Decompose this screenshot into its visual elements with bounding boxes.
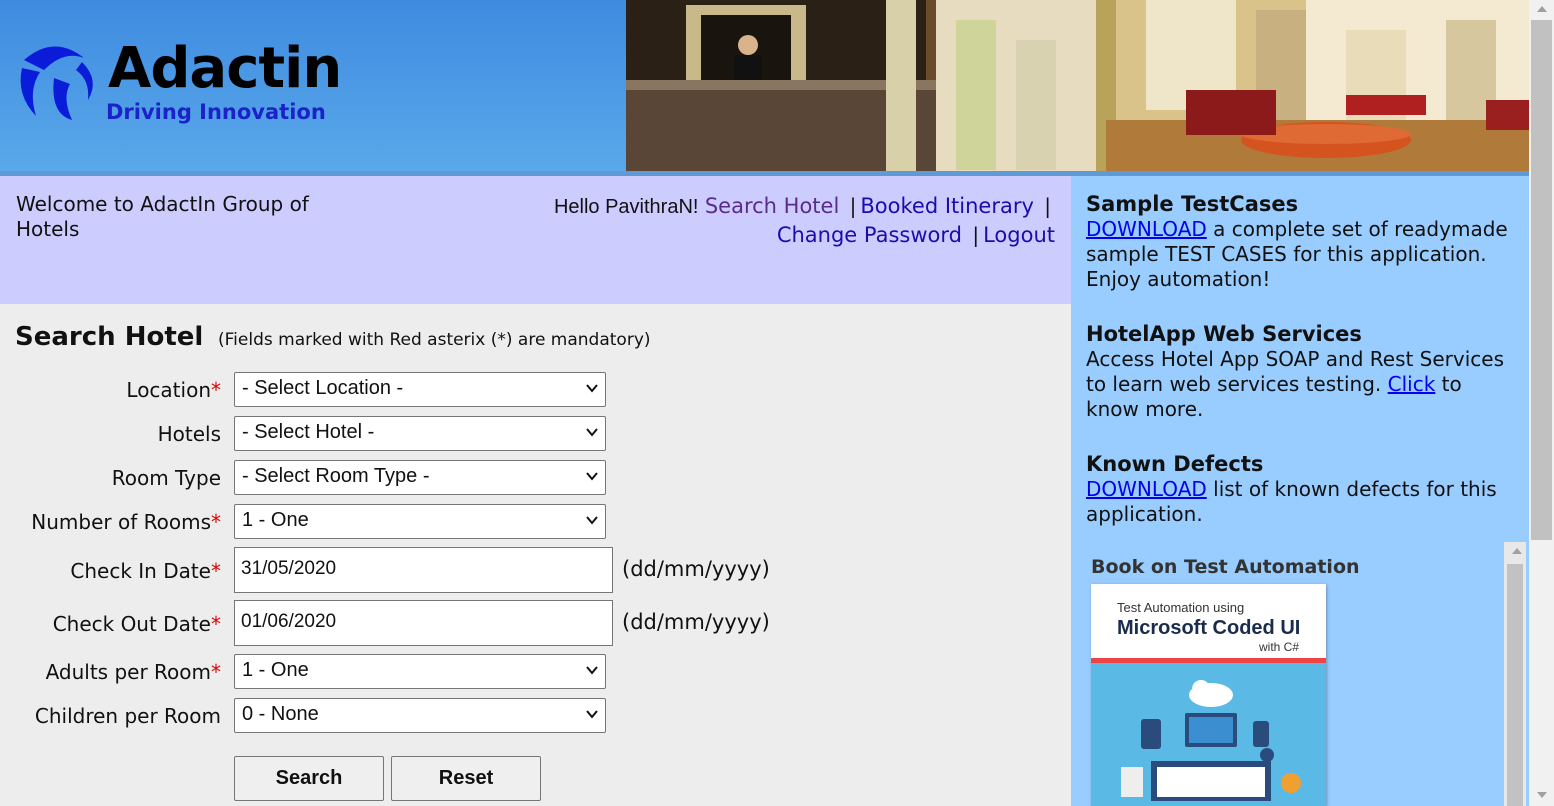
room-type-label: Room Type (112, 466, 221, 490)
web-services-click-link[interactable]: Click (1388, 372, 1436, 396)
children-label-text: Children per Room (34, 704, 221, 728)
location-label: Location* (126, 378, 221, 402)
chevron-down-icon (586, 428, 598, 437)
scroll-up-arrow-icon[interactable] (1512, 548, 1522, 554)
book-cover-illustration (1091, 663, 1326, 806)
known-defects-block: Known Defects DOWNLOAD list of known def… (1086, 452, 1516, 527)
sample-testcases-block: Sample TestCases DOWNLOAD a complete set… (1086, 192, 1516, 292)
welcome-text: Welcome to AdactIn Group of Hotels (16, 192, 309, 241)
web-services-block: HotelApp Web Services Access Hotel App S… (1086, 322, 1516, 422)
user-nav: Hello PavithraN! Search Hotel | Booked It… (455, 192, 1055, 249)
children-label: Children per Room (35, 704, 221, 728)
chevron-down-icon (586, 516, 598, 525)
required-mark: * (211, 559, 221, 583)
change-password-link[interactable]: Change Password (777, 223, 962, 247)
adults-label: Adults per Room* (46, 660, 221, 684)
hotels-value: - Select Hotel - (242, 421, 375, 443)
scroll-down-arrow-icon[interactable] (1537, 792, 1547, 798)
check-in-format-hint: (dd/mm/yyyy) (622, 557, 770, 581)
form-note: (Fields marked with Red asterix (*) are … (218, 330, 651, 350)
check-out-label: Check Out Date* (53, 612, 221, 636)
adults-select[interactable]: 1 - One (234, 654, 606, 689)
room-type-select[interactable]: - Select Room Type - (234, 460, 606, 495)
page-scroll-thumb[interactable] (1531, 20, 1552, 540)
nav-separator: | (1044, 194, 1051, 218)
adults-value: 1 - One (242, 659, 309, 681)
check-out-format-hint: (dd/mm/yyyy) (622, 610, 770, 634)
book-heading: Book on Test Automation (1091, 556, 1360, 578)
hotels-label-text: Hotels (157, 422, 221, 446)
search-hotel-form: Search Hotel (Fields marked with Red ast… (0, 304, 1071, 806)
rooms-value: 1 - One (242, 509, 309, 531)
chevron-down-icon (586, 472, 598, 481)
known-defects-title: Known Defects (1086, 452, 1264, 476)
form-title: Search Hotel (15, 322, 204, 352)
room-type-label-text: Room Type (111, 466, 221, 490)
search-button[interactable]: Search (234, 756, 384, 801)
location-label-text: Location (126, 378, 211, 402)
adactin-logo-icon (20, 46, 93, 120)
chevron-down-icon (586, 710, 598, 719)
rooms-label: Number of Rooms* (31, 510, 221, 534)
logout-link[interactable]: Logout (983, 223, 1055, 247)
brand-tagline: Driving Innovation (106, 100, 326, 124)
location-select[interactable]: - Select Location - (234, 372, 606, 407)
rooms-select[interactable]: 1 - One (234, 504, 606, 539)
sample-testcases-title: Sample TestCases (1086, 192, 1299, 216)
location-value: - Select Location - (242, 377, 404, 399)
page-scrollbar[interactable] (1529, 0, 1554, 806)
nav-separator: | (849, 194, 857, 218)
chevron-down-icon (586, 666, 598, 675)
required-mark: * (211, 612, 221, 636)
search-hotel-link[interactable]: Search Hotel (705, 194, 839, 218)
welcome-bar: Welcome to AdactIn Group of Hotels Hello… (0, 176, 1071, 304)
required-mark: * (211, 660, 221, 684)
children-value: 0 - None (242, 703, 319, 725)
adults-label-text: Adults per Room (45, 660, 211, 684)
hotels-select[interactable]: - Select Hotel - (234, 416, 606, 451)
info-sidebar: Sample TestCases DOWNLOAD a complete set… (1071, 176, 1529, 806)
page-header: Adactin Driving Innovation (0, 0, 1529, 171)
check-in-label-text: Check In Date (70, 559, 211, 583)
greeting: Hello PavithraN! (553, 196, 699, 218)
web-services-title: HotelApp Web Services (1086, 322, 1362, 346)
logo-area: Adactin Driving Innovation (0, 0, 626, 171)
check-out-input[interactable]: 01/06/2020 (234, 600, 613, 646)
check-out-label-text: Check Out Date (52, 612, 211, 636)
book-cover-line1: Test Automation using (1117, 600, 1245, 615)
scroll-up-arrow-icon[interactable] (1537, 6, 1547, 12)
sidebar-scroll-thumb[interactable] (1507, 564, 1523, 806)
children-select[interactable]: 0 - None (234, 698, 606, 733)
required-mark: * (211, 510, 221, 534)
reset-button[interactable]: Reset (391, 756, 541, 801)
check-in-input[interactable]: 31/05/2020 (234, 547, 613, 593)
book-cover-line2: Microsoft Coded UI (1117, 617, 1301, 639)
chevron-down-icon (586, 384, 598, 393)
defects-download-link[interactable]: DOWNLOAD (1086, 477, 1207, 501)
hotel-lobby-image (626, 0, 1529, 171)
check-in-label: Check In Date* (70, 559, 221, 583)
booked-itinerary-link[interactable]: Booked Itinerary (860, 194, 1034, 218)
book-cover-image[interactable]: Test Automation using Microsoft Coded UI… (1091, 584, 1326, 806)
required-mark: * (211, 378, 221, 402)
testcases-download-link[interactable]: DOWNLOAD (1086, 217, 1207, 241)
sidebar-scrollbar[interactable] (1504, 542, 1526, 806)
rooms-label-text: Number of Rooms (31, 510, 211, 534)
hotels-label: Hotels (158, 422, 221, 446)
room-type-value: - Select Room Type - (242, 465, 430, 487)
brand-name: Adactin (108, 36, 342, 101)
nav-separator: | (972, 223, 980, 247)
book-cover-line3: with C# (1259, 640, 1300, 654)
